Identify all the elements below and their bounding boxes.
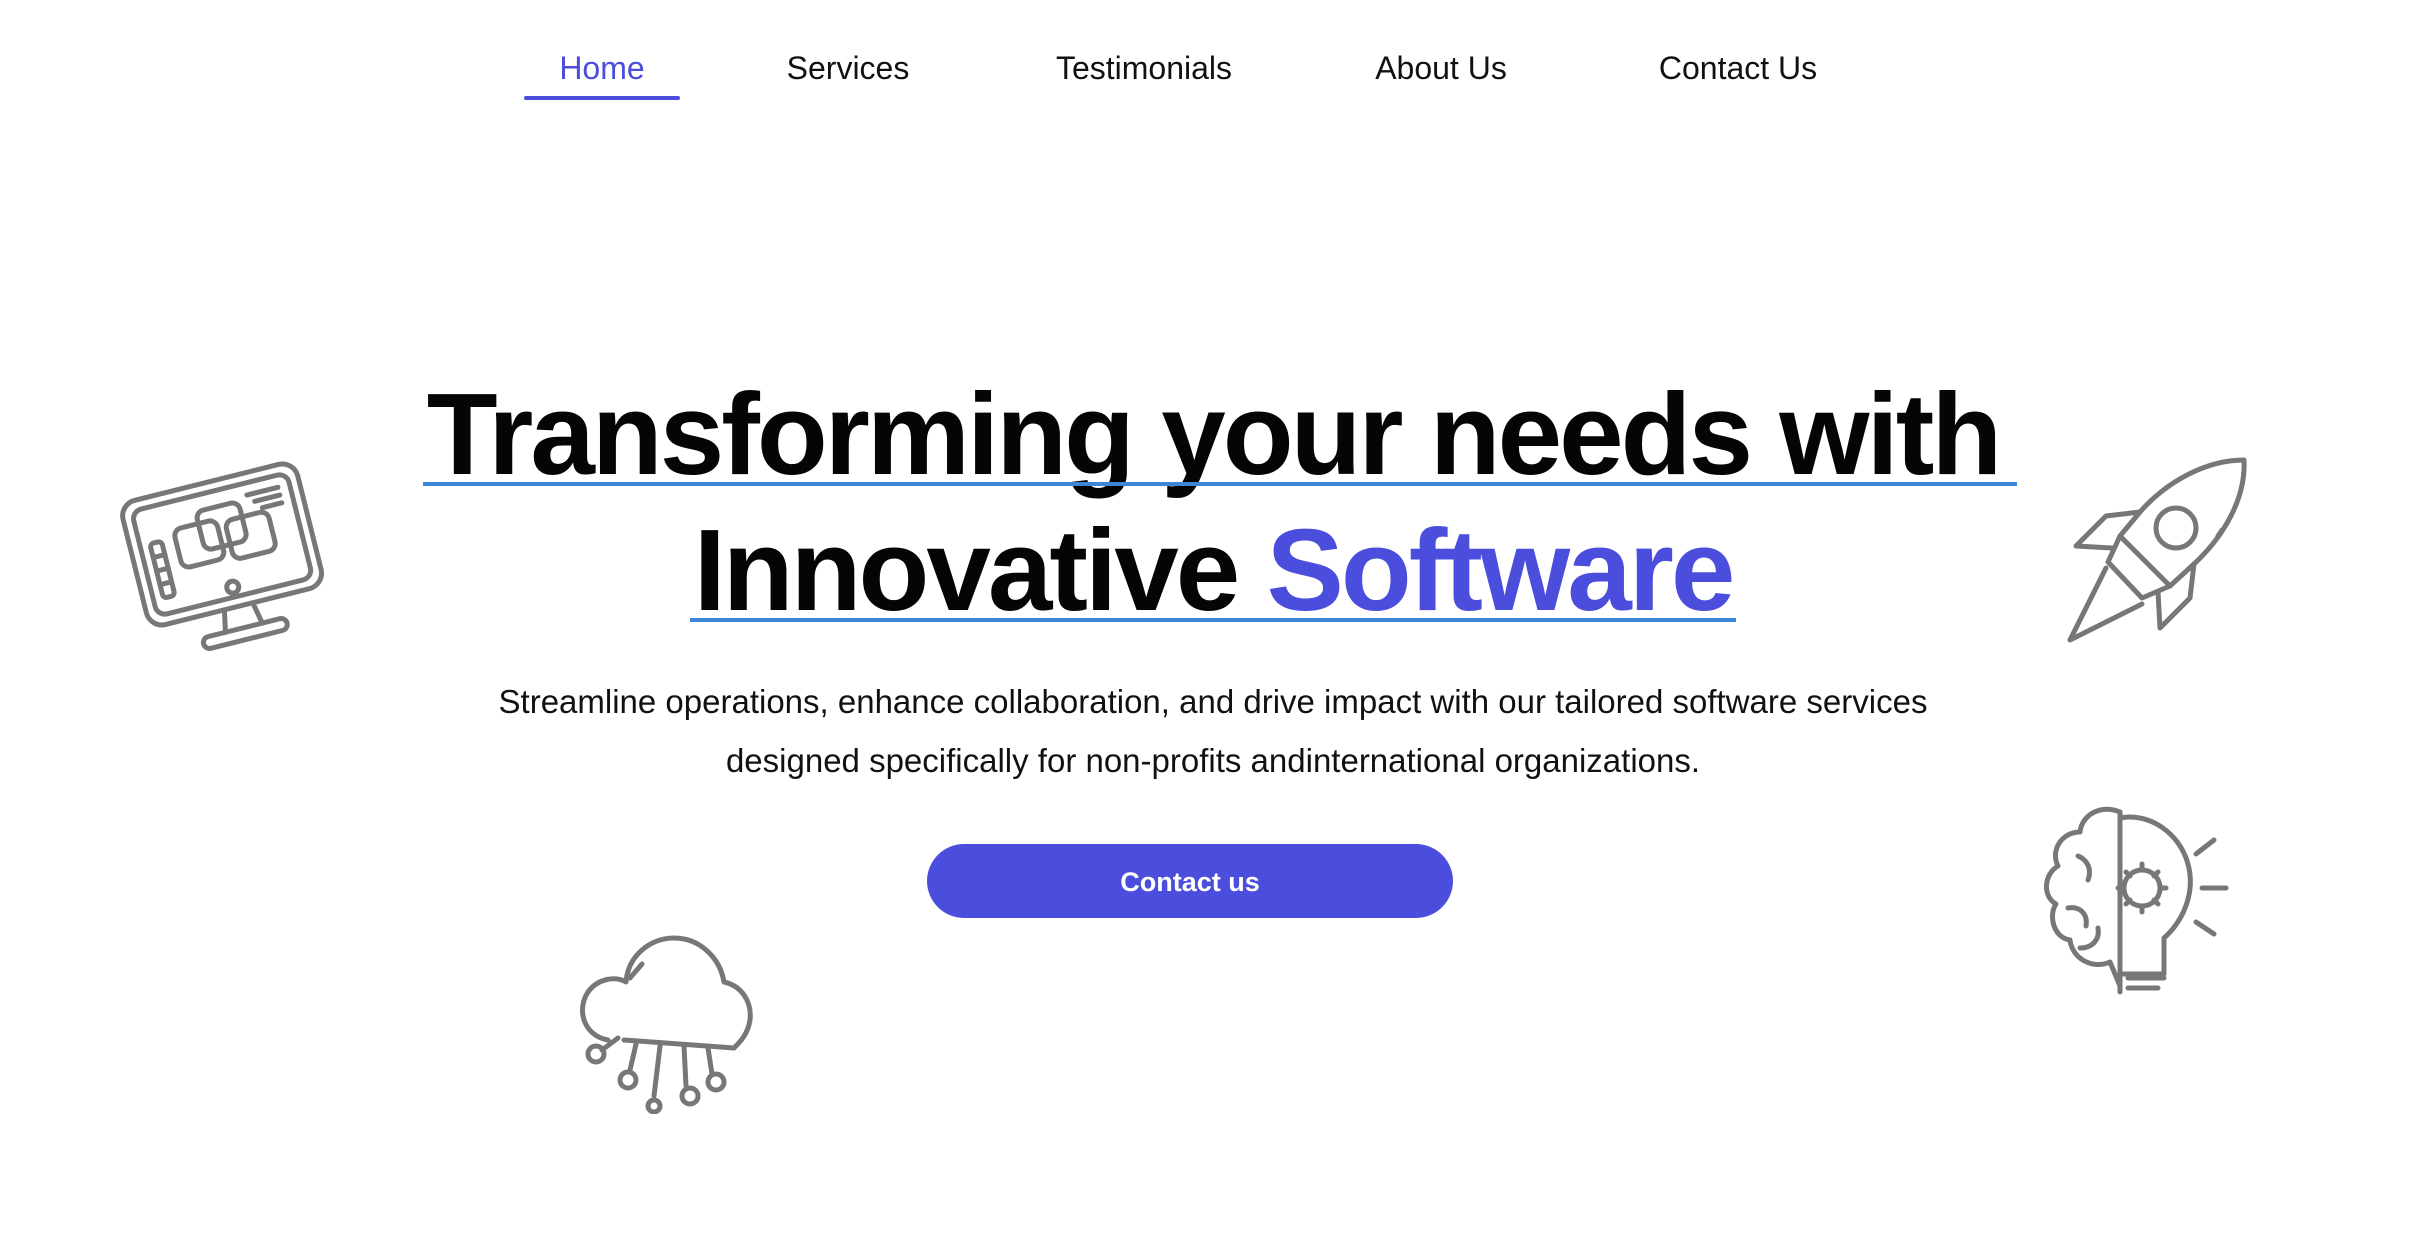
cloud-network-icon [566, 924, 756, 1114]
contact-us-button[interactable]: Contact us [927, 844, 1453, 918]
hero-title-text-2: Innovative [693, 505, 1267, 635]
hero-subtitle-line-1: Streamline operations, enhance collabora… [498, 683, 1928, 720]
hero-subtitle-line-2: designed specifically for non-profits an… [725, 742, 1701, 779]
title-underline-1 [422, 482, 2018, 486]
top-navigation: Home Services Testimonials About Us Cont… [0, 40, 2426, 100]
nav-item-contact-us[interactable]: Contact Us [1650, 40, 1826, 100]
hero-title-accent: Software [1266, 505, 1736, 635]
nav-item-about-us[interactable]: About Us [1366, 40, 1516, 100]
landing-page: Home Services Testimonials About Us Cont… [0, 0, 2426, 1248]
title-underline-2 [689, 618, 1737, 622]
hero-title-text-1: Transforming your needs with [426, 369, 2002, 499]
rocket-icon [2058, 450, 2258, 650]
nav-item-home[interactable]: Home [524, 40, 680, 100]
monitor-design-icon [120, 452, 330, 652]
brain-gear-icon [2030, 798, 2230, 1008]
nav-item-testimonials[interactable]: Testimonials [1046, 40, 1242, 100]
nav-item-services[interactable]: Services [780, 40, 916, 100]
hero-subtitle: Streamline operations, enhance collabora… [400, 672, 2026, 790]
